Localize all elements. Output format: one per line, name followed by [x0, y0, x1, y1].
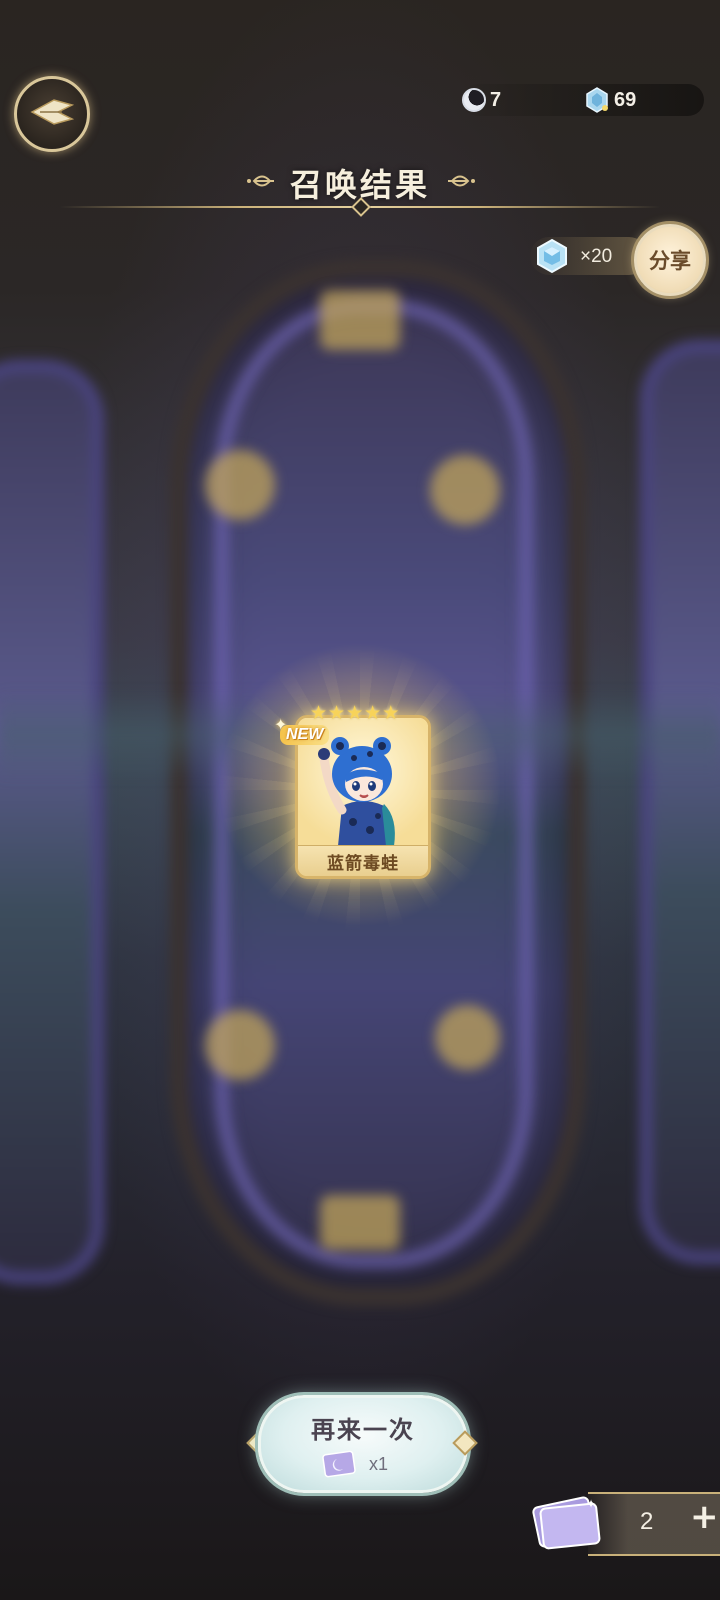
- rarity-stars: ★ ★ ★ ★ ★: [310, 704, 399, 723]
- summon-again-button[interactable]: 再来一次 x1: [258, 1395, 468, 1493]
- background-sun-ornament: [435, 1005, 500, 1070]
- summon-again-cost: x1: [321, 1450, 388, 1478]
- moon-icon: [462, 88, 486, 112]
- background-sun-ornament: [430, 455, 500, 525]
- ticket-count: 2: [640, 1508, 654, 1535]
- star-icon: ★: [382, 702, 400, 724]
- share-button[interactable]: 分享: [634, 224, 706, 296]
- summon-again-cost-value: x1: [369, 1453, 389, 1474]
- character-name: 蓝箭毒蛙: [327, 853, 399, 874]
- currency-bar: 7 69: [462, 84, 704, 116]
- star-icon: ★: [310, 702, 328, 724]
- background-moon-ornament: [205, 450, 275, 520]
- background-moon-ornament: [205, 1010, 275, 1080]
- gem-currency: 69: [584, 84, 636, 116]
- background-bottom-ornament: [320, 1195, 400, 1250]
- star-icon: ★: [328, 702, 346, 724]
- star-icon: ★: [364, 702, 382, 724]
- moon-currency-value: 7: [490, 88, 502, 111]
- share-gem-icon: [537, 238, 567, 274]
- gem-icon: [584, 87, 610, 113]
- summon-result-screen: 7 69 召唤结果 ×20 分享 蓝箭毒蛙 ★ ★ ★ ★ ★ NEW ✦ 再来…: [0, 0, 720, 1600]
- title-ornament-right-icon: [448, 175, 475, 187]
- share-button-label: 分享: [649, 249, 691, 273]
- background-window-right: [640, 340, 720, 1264]
- sparkle-icon: ✦: [274, 715, 288, 734]
- moon-currency: 7: [462, 84, 501, 116]
- back-arrow-icon: [30, 97, 75, 131]
- share-reward-count: ×20: [580, 246, 613, 267]
- summon-ticket-icon: ✦: [532, 1496, 601, 1550]
- summon-again-label: 再来一次: [311, 1416, 415, 1444]
- background-top-ornament: [320, 290, 400, 350]
- star-icon: ★: [346, 702, 364, 724]
- card-name-band: 蓝箭毒蛙: [298, 845, 428, 876]
- back-button[interactable]: [14, 76, 90, 152]
- gem-currency-value: 69: [614, 88, 637, 111]
- page-title-area: 召唤结果: [0, 156, 720, 217]
- summon-ticket-icon: [322, 1450, 356, 1478]
- add-ticket-button[interactable]: +: [690, 1500, 719, 1534]
- svg-text:✦: ✦: [586, 1497, 596, 1511]
- background-window-left: [0, 360, 104, 1284]
